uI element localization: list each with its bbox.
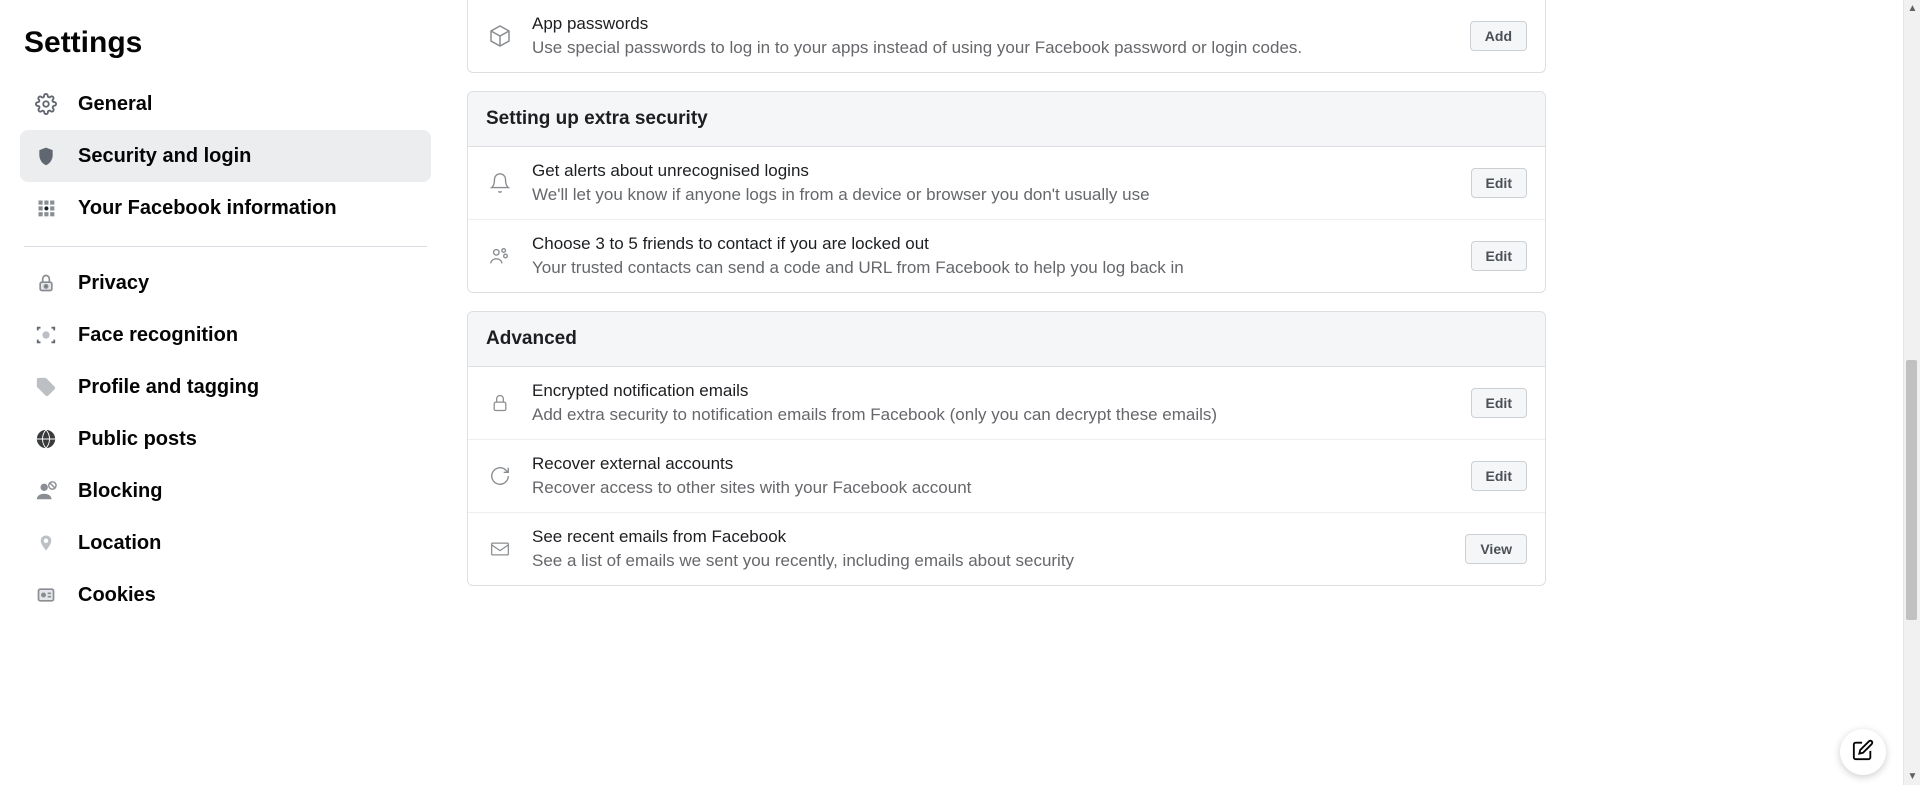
cube-icon [486,22,514,50]
sidebar-item-cookies[interactable]: Cookies [20,569,431,621]
row-desc: Add extra security to notification email… [532,405,1453,425]
scroll-up-arrow-icon[interactable]: ▲ [1904,0,1920,17]
setting-row-recover-external: Recover external accounts Recover access… [468,440,1545,513]
setting-row-trusted-contacts: Choose 3 to 5 friends to contact if you … [468,220,1545,292]
section-header: Setting up extra security [468,92,1545,147]
shield-icon [32,142,60,170]
scroll-thumb[interactable] [1906,360,1917,620]
setting-row-recent-emails: See recent emails from Facebook See a li… [468,513,1545,585]
row-title: Recover external accounts [532,454,1453,474]
scrollbar[interactable]: ▲ ▼ [1903,0,1920,785]
compose-button[interactable] [1840,729,1886,775]
view-button[interactable]: View [1465,534,1527,564]
section-card: App passwords Use special passwords to l… [467,0,1546,73]
pin-icon [32,529,60,557]
sidebar-item-privacy[interactable]: Privacy [20,257,431,309]
id-icon [32,581,60,609]
section-header: Advanced [468,312,1545,367]
settings-sidebar: Settings General Security and login Your… [0,0,443,785]
row-desc: See a list of emails we sent you recentl… [532,551,1447,571]
sidebar-divider [24,246,427,247]
grid-icon [32,194,60,222]
scroll-down-arrow-icon[interactable]: ▼ [1904,768,1920,785]
edit-icon [1852,739,1874,766]
lock-person-icon [32,269,60,297]
sidebar-item-face-recognition[interactable]: Face recognition [20,309,431,361]
sidebar-item-security[interactable]: Security and login [20,130,431,182]
edit-button[interactable]: Edit [1471,168,1527,198]
mail-icon [486,535,514,563]
edit-button[interactable]: Edit [1471,388,1527,418]
sidebar-item-public-posts[interactable]: Public posts [20,413,431,465]
row-desc: Recover access to other sites with your … [532,478,1453,498]
sidebar-item-profile-tagging[interactable]: Profile and tagging [20,361,431,413]
section-card: Advanced Encrypted notification emails A… [467,311,1546,586]
block-person-icon [32,477,60,505]
sidebar-item-your-info[interactable]: Your Facebook information [20,182,431,234]
row-desc: Your trusted contacts can send a code an… [532,258,1453,278]
sidebar-item-label: Location [78,532,161,555]
sidebar-item-label: Privacy [78,272,149,295]
sidebar-item-location[interactable]: Location [20,517,431,569]
row-desc: Use special passwords to log in to your … [532,38,1452,58]
face-scan-icon [32,321,60,349]
sidebar-item-label: General [78,93,152,116]
refresh-icon [486,462,514,490]
sidebar-item-label: Your Facebook information [78,197,337,220]
sidebar-item-label: Public posts [78,428,197,451]
row-desc: We'll let you know if anyone logs in fro… [532,185,1453,205]
row-title: Encrypted notification emails [532,381,1453,401]
row-title: Choose 3 to 5 friends to contact if you … [532,234,1453,254]
row-title: Get alerts about unrecognised logins [532,161,1453,181]
gear-icon [32,90,60,118]
tag-icon [32,373,60,401]
row-title: App passwords [532,14,1452,34]
sidebar-item-blocking[interactable]: Blocking [20,465,431,517]
setting-row-encrypted-emails: Encrypted notification emails Add extra … [468,367,1545,440]
sidebar-item-label: Profile and tagging [78,376,259,399]
add-button[interactable]: Add [1470,21,1527,51]
padlock-icon [486,389,514,417]
sidebar-item-general[interactable]: General [20,78,431,130]
setting-row-alerts: Get alerts about unrecognised logins We'… [468,147,1545,220]
sidebar-item-label: Cookies [78,584,156,607]
sidebar-item-label: Security and login [78,145,251,168]
edit-button[interactable]: Edit [1471,241,1527,271]
sidebar-item-label: Face recognition [78,324,238,347]
page-title: Settings [20,20,431,78]
bell-icon [486,169,514,197]
sidebar-item-label: Blocking [78,480,162,503]
globe-icon [32,425,60,453]
main-content: App passwords Use special passwords to l… [443,0,1546,785]
setting-row-app-passwords: App passwords Use special passwords to l… [468,0,1545,72]
edit-button[interactable]: Edit [1471,461,1527,491]
row-title: See recent emails from Facebook [532,527,1447,547]
friends-icon [486,242,514,270]
section-card: Setting up extra security Get alerts abo… [467,91,1546,293]
